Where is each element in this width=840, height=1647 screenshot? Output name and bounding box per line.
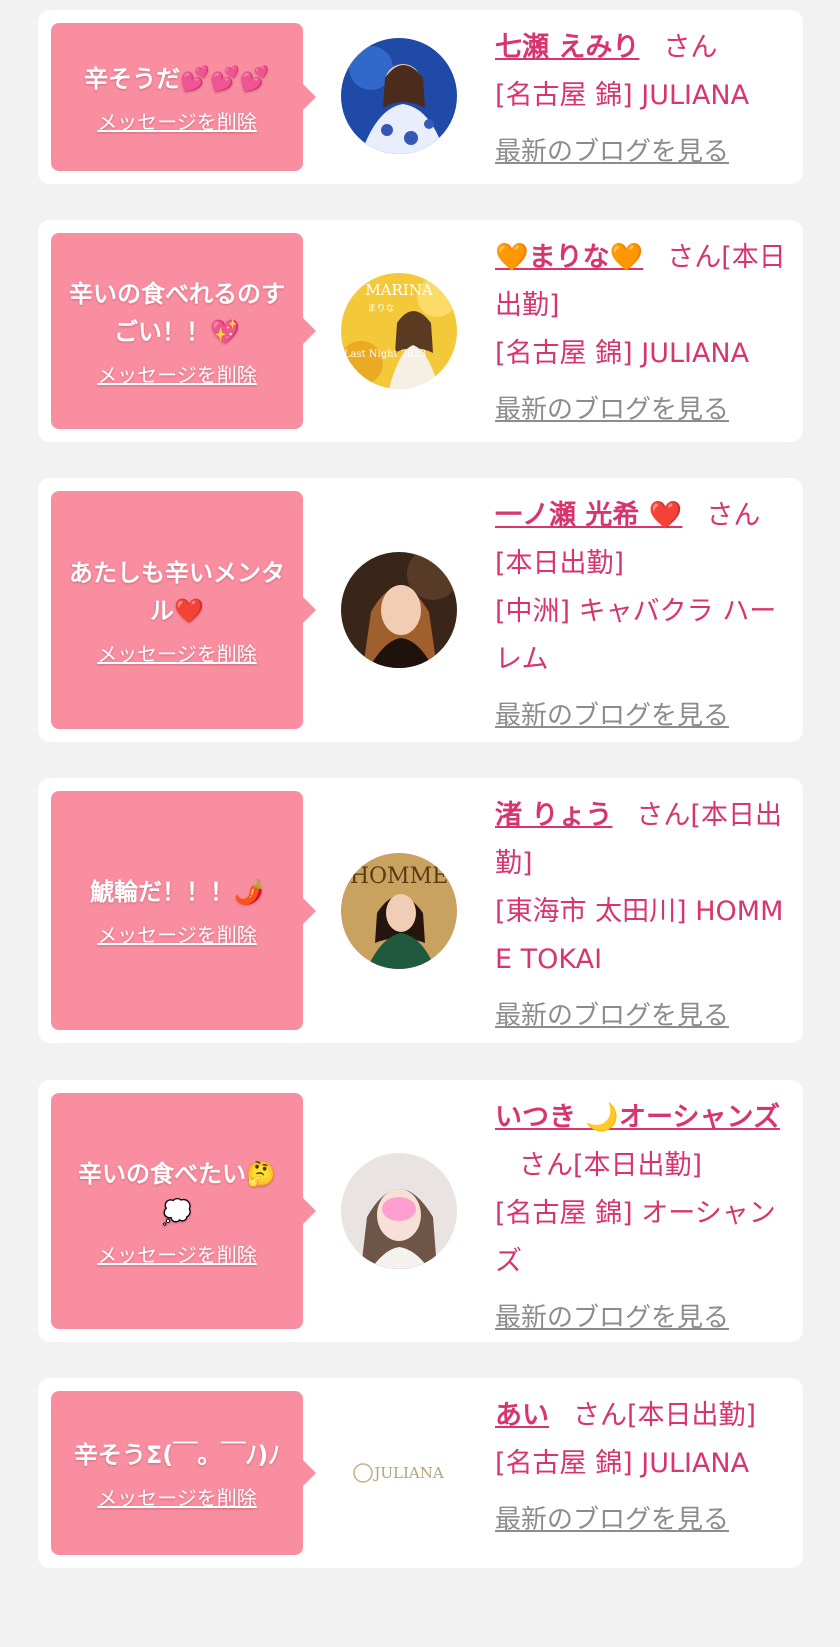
shop-name: [名古屋 錦] JULIANA [495,80,750,111]
honorific: さん[本日出勤] [519,1150,703,1181]
delete-message-link[interactable]: メッセージを削除 [97,359,257,388]
cast-name-link[interactable]: 七瀬 えみり [495,32,639,63]
cast-info: 一ノ瀬 光希 ❤️ さん[本日出勤] [中洲] キャバクラ ハーレム 最新のブログ… [495,492,795,740]
message-card: あたしも辛いメンタル❤️ メッセージを削除 一ノ瀬 光希 ❤️ さん[本日出勤] … [38,478,803,742]
avatar[interactable] [341,38,457,154]
shop-name: [名古屋 錦] JULIANA [495,1448,750,1479]
orange-heart-icon: 🧡 [609,242,644,273]
message-list: 辛そうだ💕💕💕 メッセージを削除 七瀬 えみり さん [名古屋 錦] JULIAN… [0,0,840,1647]
message-bubble: 辛いの食べれるのすごい！！💖 メッセージを削除 [51,233,316,429]
honorific: さん [663,32,718,63]
message-text: あたしも辛いメンタル❤️ [69,558,285,625]
avatar-caption: MARINA [365,281,433,299]
cast-name-link[interactable]: 一ノ瀬 光希 ❤️ [495,500,682,531]
avatar-photo [341,38,457,154]
avatar-photo [341,1153,457,1269]
latest-blog-link[interactable]: 最新のブログを見る [495,1294,729,1342]
message-card: 辛いの食べたい🤔💭 メッセージを削除 いつき 🌙オーシャンズさん[本日出勤] [… [38,1080,803,1342]
cast-name-link[interactable]: いつき 🌙オーシャンズ [495,1102,780,1133]
message-text: 辛いの食べれるのすごい！！💖 [69,279,285,346]
honorific: さん[本日出勤] [573,1400,757,1431]
avatar[interactable] [341,1153,457,1269]
latest-blog-link[interactable]: 最新のブログを見る [495,1496,729,1544]
message-card: 辛そうだ💕💕💕 メッセージを削除 七瀬 えみり さん [名古屋 錦] JULIAN… [38,10,803,184]
shop-name: [中洲] キャバクラ ハーレム [495,596,777,675]
cast-info: 渚 りょう さん[本日出勤] [東海市 太田川] HOMME TOKAI 最新のブ… [495,792,795,1040]
delete-message-link[interactable]: メッセージを削除 [97,1239,257,1268]
shop-name: [名古屋 錦] JULIANA [495,338,750,369]
shop-name: [名古屋 錦] オーシャンズ [495,1198,776,1277]
message-card: 辛いの食べれるのすごい！！💖 メッセージを削除 MARINA まりな Last … [38,220,803,442]
avatar[interactable]: MARINA まりな Last Night 2023 [341,273,457,389]
avatar-caption: HOMME [350,864,448,889]
cast-info: あい さん[本日出勤] [名古屋 錦] JULIANA 最新のブログを見る [495,1392,795,1544]
delete-message-link[interactable]: メッセージを削除 [97,1482,257,1511]
avatar[interactable]: HOMME [341,853,457,969]
avatar-caption: JULIANA [372,1464,443,1482]
latest-blog-link[interactable]: 最新のブログを見る [495,128,729,176]
avatar-photo [341,552,457,668]
avatar[interactable]: JULIANA [341,1415,457,1531]
latest-blog-link[interactable]: 最新のブログを見る [495,386,729,434]
cast-name: まりな [528,242,610,273]
cast-name-link[interactable]: あい [495,1400,549,1431]
avatar-photo: HOMME [341,853,457,969]
message-bubble: 辛そうΣ(￣。￣ﾉ)ﾉ メッセージを削除 [51,1391,316,1555]
avatar-caption: まりな [367,303,394,314]
delete-message-link[interactable]: メッセージを削除 [97,919,257,948]
message-bubble: あたしも辛いメンタル❤️ メッセージを削除 [51,491,316,729]
latest-blog-link[interactable]: 最新のブログを見る [495,692,729,740]
cast-name-link[interactable]: 渚 りょう [495,800,612,831]
message-card: 鯱輪だ！！！🌶️ メッセージを削除 HOMME 渚 りょう さん[本日出勤] [東… [38,778,803,1043]
cast-info: いつき 🌙オーシャンズさん[本日出勤] [名古屋 錦] オーシャンズ 最新のブロ… [495,1094,795,1342]
message-text: 鯱輪だ！！！🌶️ [90,878,264,906]
message-bubble: 辛いの食べたい🤔💭 メッセージを削除 [51,1093,316,1329]
message-bubble: 辛そうだ💕💕💕 メッセージを削除 [51,23,316,171]
message-card: 辛そうΣ(￣。￣ﾉ)ﾉ メッセージを削除 JULIANA あい さん[本日出勤] … [38,1378,803,1568]
message-text: 辛そうΣ(￣。￣ﾉ)ﾉ [73,1440,281,1469]
latest-blog-link[interactable]: 最新のブログを見る [495,992,729,1040]
avatar-photo: MARINA まりな Last Night 2023 [341,273,457,389]
avatar[interactable] [341,552,457,668]
cast-info: 七瀬 えみり さん [名古屋 錦] JULIANA 最新のブログを見る [495,24,795,176]
shop-name: [東海市 太田川] HOMME TOKAI [495,896,784,975]
message-bubble: 鯱輪だ！！！🌶️ メッセージを削除 [51,791,316,1030]
avatar-caption: Last Night 2023 [344,349,426,360]
avatar-photo: JULIANA [341,1415,457,1531]
cast-name-link[interactable]: 🧡まりな🧡 [495,242,643,273]
delete-message-link[interactable]: メッセージを削除 [97,638,257,667]
cast-info: 🧡まりな🧡 さん[本日出勤] [名古屋 錦] JULIANA 最新のブログを見る [495,234,795,434]
message-text: 辛いの食べたい🤔💭 [78,1159,276,1226]
delete-message-link[interactable]: メッセージを削除 [97,106,257,135]
message-text: 辛そうだ💕💕💕 [84,64,270,93]
orange-heart-icon: 🧡 [495,242,529,273]
